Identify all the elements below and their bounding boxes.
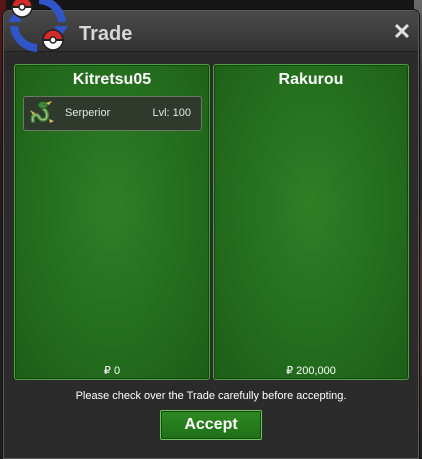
offered-pokemon-row[interactable]: Serperior Lvl: 100 — [23, 96, 202, 131]
window-title: Trade — [79, 23, 133, 45]
partner-money-offer: ₽ 200,000 — [286, 365, 336, 377]
close-icon: ✕ — [392, 19, 412, 44]
trade-logo-icon — [8, 0, 68, 52]
accept-button[interactable]: Accept — [160, 410, 262, 440]
pokemon-name: Serperior — [65, 107, 111, 119]
trade-window: Trade ✕ Kitretsu05 Serperior Lvl: 100 ₽ … — [3, 10, 419, 459]
partner-offer-panel: Rakurou ₽ 200,000 — [213, 64, 409, 380]
my-offer-panel: Kitretsu05 Serperior Lvl: 100 ₽ 0 — [14, 64, 210, 380]
my-money-offer: ₽ 0 — [103, 365, 121, 377]
serperior-sprite-icon — [30, 101, 54, 123]
trade-notice: Please check over the Trade carefully be… — [75, 390, 347, 402]
my-trainer-name: Kitretsu05 — [72, 71, 152, 88]
close-button[interactable]: ✕ — [392, 21, 412, 43]
pokemon-level: Lvl: 100 — [152, 107, 191, 119]
partner-trainer-name: Rakurou — [278, 71, 344, 88]
